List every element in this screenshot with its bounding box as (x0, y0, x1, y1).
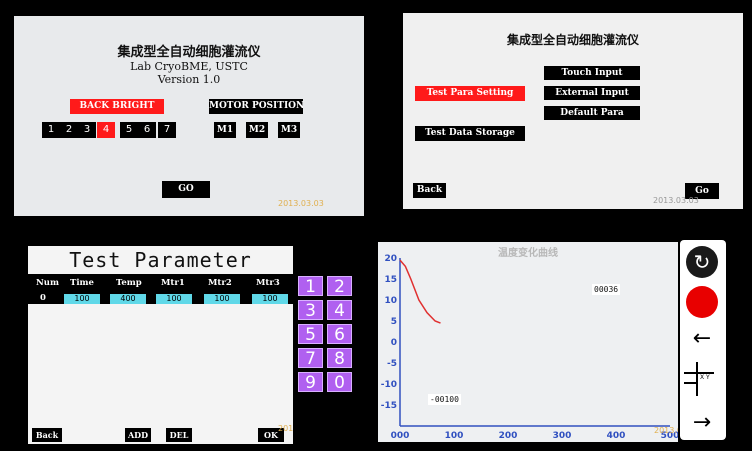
col-num-header: Num (36, 278, 59, 288)
temperature-plot: 20151050-5-10-15000 100 200 300 400 500 (381, 254, 678, 441)
x-tick-label: 000 (391, 431, 410, 441)
home-config-screen: 集成型全自动细胞灌流仪 Lab CryoBME, USTC Version 1.… (14, 16, 364, 216)
device-title: 集成型全自动细胞灌流仪 (506, 33, 639, 47)
brightness-6-button[interactable]: 6 (138, 122, 156, 138)
time-readout: 00036 (592, 284, 621, 295)
key-5[interactable]: 5 (298, 324, 323, 345)
col-time-header: Time (70, 278, 94, 288)
external-input-button[interactable]: External Input (544, 86, 640, 100)
mtr1-value-field[interactable]: 100 (156, 294, 192, 304)
brightness-1-button[interactable]: 1 (42, 122, 60, 138)
go-button[interactable]: GO (162, 181, 210, 198)
page-title: Test Parameter (69, 248, 252, 272)
x-tick-label: 400 (607, 431, 626, 441)
col-mtr3-header: Mtr3 (256, 278, 280, 288)
motor-m1-button[interactable]: M1 (214, 122, 236, 138)
device-title: 集成型全自动细胞灌流仪 (117, 45, 261, 60)
brightness-3-button[interactable]: 3 (78, 122, 96, 138)
col-temp-header: Temp (116, 278, 142, 288)
lab-name: Lab CryoBME, USTC (130, 60, 248, 73)
row-num: 0 (40, 293, 46, 303)
date-stamp: 2013.03.03 (278, 199, 324, 208)
date-stamp: 2013.03.03 (654, 426, 678, 435)
x-tick-label: 200 (499, 431, 518, 441)
back-button[interactable]: Back (413, 183, 446, 198)
temperature-curve-screen: 温度变化曲线 20 15 10 5 0 -5 -10 -15 000 100 200 300 400 50… (378, 242, 678, 442)
key-2[interactable]: 2 (327, 276, 352, 297)
y-tick-label: 10 (384, 296, 397, 306)
delete-button[interactable]: DEL (166, 428, 192, 442)
y-tick-label: -10 (381, 380, 397, 390)
y-tick-label: 20 (384, 254, 397, 264)
key-4[interactable]: 4 (327, 300, 352, 321)
key-1[interactable]: 1 (298, 276, 323, 297)
default-para-button[interactable]: Default Para (544, 106, 640, 120)
chart-control-strip: ↻ ← X Y → (680, 240, 726, 440)
date-stamp: 2013.03.03 (278, 424, 293, 433)
test-data-storage-button[interactable]: Test Data Storage (415, 126, 525, 141)
brightness-4-button[interactable]: 4 (97, 122, 115, 138)
brightness-2-button[interactable]: 2 (60, 122, 78, 138)
key-0[interactable]: 0 (327, 372, 352, 393)
add-button[interactable]: ADD (125, 428, 151, 442)
axis-label: X Y (700, 374, 710, 381)
col-mtr1-header: Mtr1 (161, 278, 185, 288)
motor-m2-button[interactable]: M2 (246, 122, 268, 138)
back-bright-button[interactable]: BACK BRIGHT (70, 99, 164, 114)
version-text: Version 1.0 (157, 73, 221, 86)
forward-arrow-icon[interactable]: → (686, 412, 718, 434)
back-arrow-icon[interactable]: ← (686, 328, 718, 350)
record-icon[interactable] (686, 286, 718, 318)
time-value-field[interactable]: 100 (64, 294, 100, 304)
brightness-selector: 1 2 3 4 5 6 7 (42, 122, 182, 138)
refresh-icon[interactable]: ↻ (686, 246, 718, 278)
date-stamp: 2013.03.03 (653, 196, 699, 205)
test-setting-screen: 集成型全自动细胞灌流仪 Touch Input Test Para Settin… (403, 13, 743, 209)
parameter-table-header: Num Time Temp Mtr1 Mtr2 Mtr3 0 100 400 1… (28, 274, 293, 304)
motor-position-button[interactable]: MOTOR POSITION (209, 99, 304, 114)
col-mtr2-header: Mtr2 (208, 278, 232, 288)
mtr2-value-field[interactable]: 100 (204, 294, 240, 304)
y-tick-label: -15 (381, 401, 397, 411)
y-tick-label: -5 (387, 359, 397, 369)
key-7[interactable]: 7 (298, 348, 323, 369)
test-para-setting-button[interactable]: Test Para Setting (415, 86, 525, 101)
y-tick-label: 5 (391, 317, 397, 327)
brightness-5-button[interactable]: 5 (120, 122, 138, 138)
x-tick-label: 300 (553, 431, 572, 441)
y-tick-label: 15 (384, 275, 397, 285)
mtr3-value-field[interactable]: 100 (252, 294, 288, 304)
value-readout: -00100 (428, 394, 461, 405)
temperature-curve-line (399, 259, 441, 324)
key-9[interactable]: 9 (298, 372, 323, 393)
test-parameter-screen: Test Parameter Num Time Temp Mtr1 Mtr2 M… (28, 246, 293, 444)
touch-input-button[interactable]: Touch Input (544, 66, 640, 80)
y-tick-label: 0 (391, 338, 397, 348)
brightness-7-button[interactable]: 7 (158, 122, 176, 138)
axis-toggle-icon[interactable]: X Y (684, 362, 720, 396)
x-tick-label: 100 (445, 431, 464, 441)
key-8[interactable]: 8 (327, 348, 352, 369)
back-button[interactable]: Back (32, 428, 62, 442)
temp-value-field[interactable]: 400 (110, 294, 146, 304)
motor-m3-button[interactable]: M3 (278, 122, 300, 138)
key-6[interactable]: 6 (327, 324, 352, 345)
key-3[interactable]: 3 (298, 300, 323, 321)
